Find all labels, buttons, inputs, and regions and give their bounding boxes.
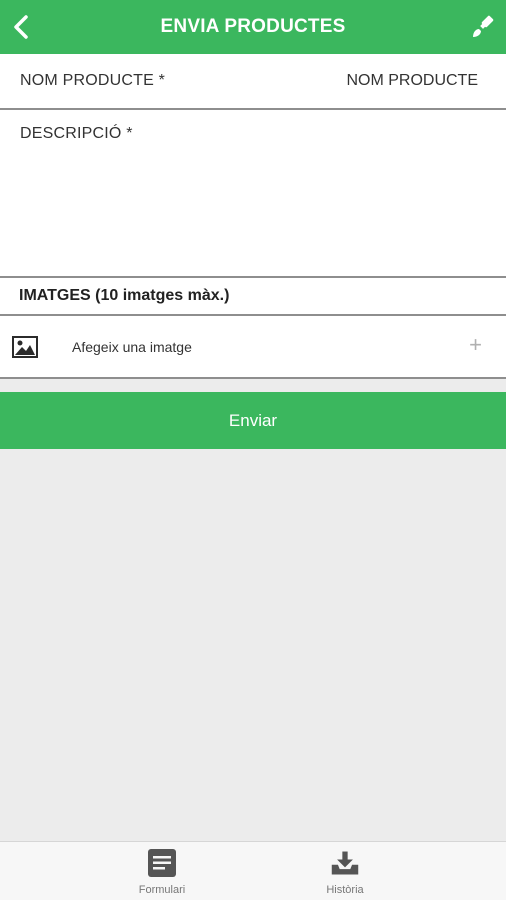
add-image-label: Afegeix una imatge: [72, 339, 192, 355]
tab-formulari[interactable]: Formulari: [102, 842, 222, 900]
description-input[interactable]: [20, 150, 486, 265]
images-section-header: IMATGES (10 imatges màx.): [0, 278, 506, 316]
tab-bar: Formulari Història: [0, 841, 506, 900]
product-form: NOM PRODUCTE * DESCRIPCIÓ * IMATGES (10 …: [0, 54, 506, 379]
app-header: ENVIA PRODUCTES: [0, 0, 506, 54]
form-icon: [148, 849, 176, 877]
name-label: NOM PRODUCTE *: [20, 72, 166, 89]
download-tray-icon: [331, 851, 359, 875]
add-image-row[interactable]: Afegeix una imatge +: [0, 316, 506, 379]
name-row: NOM PRODUCTE *: [0, 54, 506, 110]
name-input[interactable]: [278, 72, 478, 90]
image-icon: [12, 336, 38, 358]
back-button[interactable]: [6, 9, 36, 45]
tab-formulari-label: Formulari: [138, 884, 186, 896]
images-title: IMATGES (10 imatges màx.): [19, 287, 230, 304]
description-row: DESCRIPCIÓ *: [0, 110, 506, 278]
chevron-left-icon: [14, 15, 28, 39]
page-title: ENVIA PRODUCTES: [160, 16, 346, 37]
paint-brush-icon: [473, 15, 494, 37]
tab-historia[interactable]: Història: [285, 842, 405, 900]
clear-form-button[interactable]: [468, 11, 498, 43]
tab-historia-label: Història: [326, 884, 364, 896]
plus-icon[interactable]: +: [469, 334, 482, 356]
send-button[interactable]: Enviar: [0, 392, 506, 449]
description-label: DESCRIPCIÓ *: [20, 125, 133, 142]
